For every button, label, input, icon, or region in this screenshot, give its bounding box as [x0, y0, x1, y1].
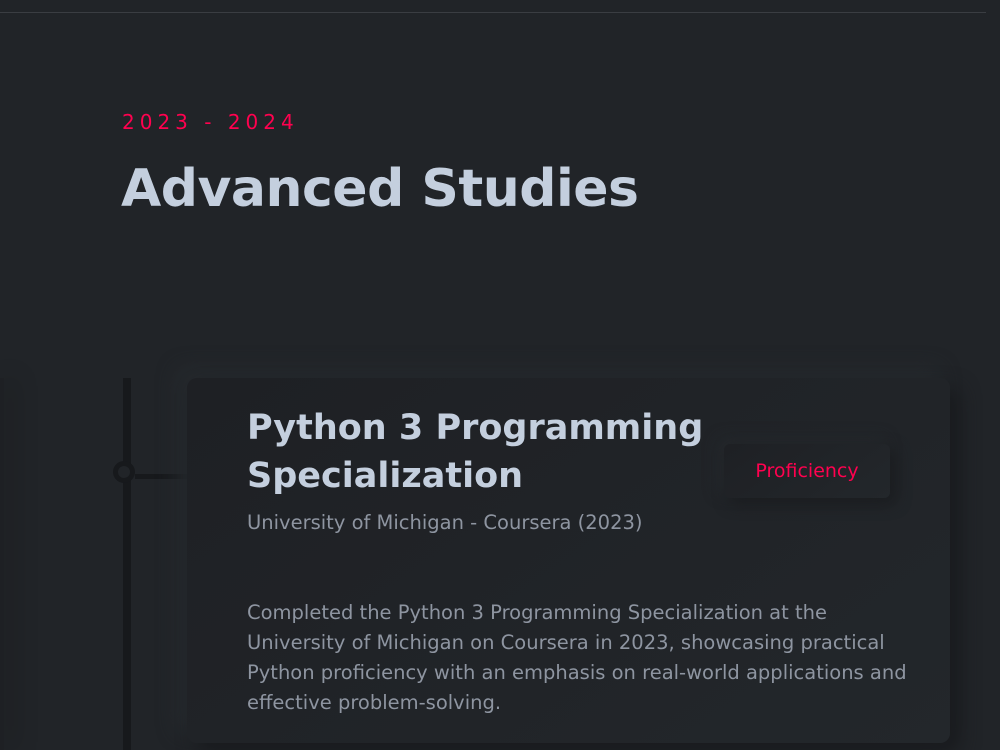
- card-subtitle: University of Michigan - Coursera (2023): [247, 511, 643, 534]
- top-divider: [0, 12, 986, 13]
- timeline-line: [123, 378, 131, 750]
- section-years: 2023 - 2024: [122, 110, 299, 134]
- timeline-connector: [135, 474, 189, 479]
- card-title: Python 3 Programming Specialization: [247, 408, 704, 496]
- adjacent-card-edge: [0, 378, 4, 750]
- resume-page: 2023 - 2024 Advanced Studies Python 3 Pr…: [0, 0, 1000, 750]
- card-description: Completed the Python 3 Programming Speci…: [247, 601, 907, 714]
- proficiency-badge: Proficiency: [724, 444, 890, 498]
- timeline-dot: [113, 461, 135, 483]
- section-title: Advanced Studies: [121, 159, 639, 219]
- education-card: Python 3 Programming Specialization Prof…: [187, 378, 950, 743]
